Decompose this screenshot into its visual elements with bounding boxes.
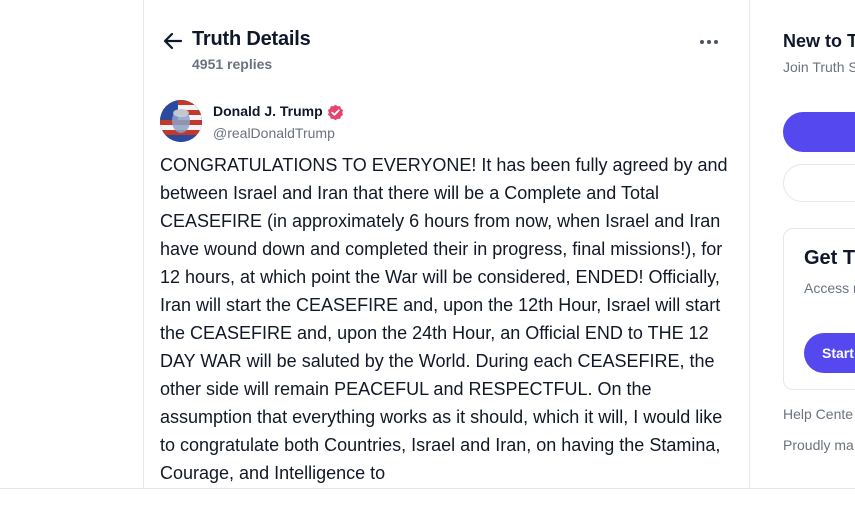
author-name[interactable]: Donald J. Trump [213,103,323,119]
sign-up-button[interactable] [783,112,855,152]
footer-text-label: Proudly ma America. [783,437,855,453]
reply-count: 4951 replies [192,56,273,72]
post-body-text: CONGRATULATIONS TO EVERYONE! It has been… [160,155,728,483]
viewport-bottom-divider [0,488,855,489]
start-button[interactable]: Start [804,333,855,373]
get-app-card: Get T Access more liv Start [783,228,855,390]
author-handle[interactable]: @realDonaldTrump [213,125,335,141]
signup-prompt-text: Join Truth S details. [783,59,855,75]
signup-prompt-title: New to T [783,31,855,51]
footer-text: Proudly ma America. us [783,435,855,456]
get-app-card-title: Get T [804,247,855,269]
verified-badge-icon [327,104,344,121]
help-center-link[interactable]: Help Cente [783,406,853,422]
author-avatar[interactable] [160,100,202,142]
more-options-icon[interactable] [696,32,722,52]
get-app-card-text: Access more liv [804,280,855,296]
log-in-button[interactable] [783,164,855,202]
page-title: Truth Details [192,28,311,50]
right-sidebar: New to T Join Truth S details. Get T Acc… [750,0,855,488]
back-arrow-icon[interactable] [162,30,184,52]
main-column: Truth Details 4951 replies Donald J. Tru… [144,0,749,488]
